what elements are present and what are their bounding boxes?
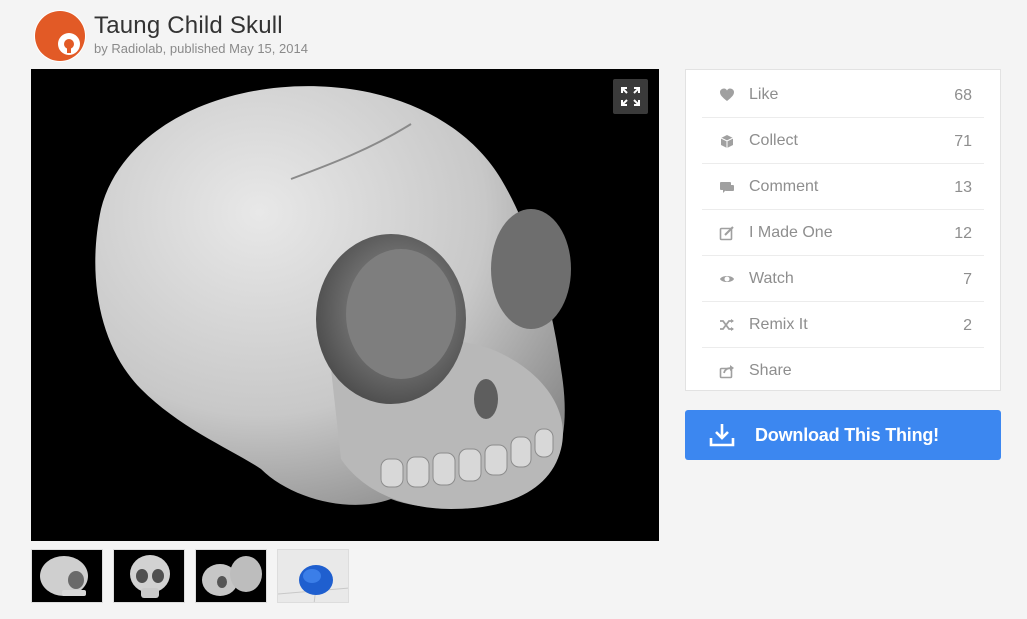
skull-image: [95, 86, 571, 509]
like-action[interactable]: Like 68: [702, 72, 984, 118]
shuffle-icon: [720, 319, 734, 331]
made-one-count: 12: [954, 225, 972, 242]
made-one-label: I Made One: [749, 224, 833, 241]
thumbnail-skull-blue-print[interactable]: [277, 549, 349, 603]
like-count: 68: [954, 87, 972, 104]
thumbnail-skull-front[interactable]: [113, 549, 185, 603]
share-icon: [719, 365, 734, 379]
fullscreen-button[interactable]: [613, 79, 648, 114]
share-label: Share: [749, 362, 792, 379]
made-one-action[interactable]: I Made One 12: [702, 210, 984, 256]
creator-avatar[interactable]: [34, 10, 86, 62]
radiolab-logo-icon: [35, 11, 85, 61]
download-icon: [709, 424, 735, 447]
comment-count: 13: [954, 179, 972, 196]
byline: by Radiolab, published May 15, 2014: [94, 41, 308, 56]
fullscreen-icon: [621, 87, 640, 106]
comment-action[interactable]: Comment 13: [702, 164, 984, 210]
model-viewer[interactable]: [31, 69, 659, 541]
like-label: Like: [749, 86, 779, 103]
remix-count: 2: [963, 317, 972, 334]
heart-icon: [720, 88, 734, 101]
collect-box-icon: [720, 135, 734, 148]
thumbnail-skull-pieces[interactable]: [195, 549, 267, 603]
comment-label: Comment: [749, 178, 819, 195]
share-action[interactable]: Share: [702, 348, 984, 394]
thumbnail-skull-angled[interactable]: [31, 549, 103, 603]
thing-header: Taung Child Skull by Radiolab, published…: [34, 10, 634, 62]
watch-count: 7: [963, 271, 972, 288]
collect-count: 71: [954, 133, 972, 150]
eye-icon: [720, 276, 734, 282]
download-label: Download This Thing!: [755, 425, 939, 445]
remix-label: Remix It: [749, 316, 808, 333]
made-one-icon: [719, 226, 734, 241]
collect-action[interactable]: Collect 71: [702, 118, 984, 164]
download-button[interactable]: Download This Thing!: [685, 410, 1001, 460]
page-title: Taung Child Skull: [94, 12, 283, 39]
remix-action[interactable]: Remix It 2: [702, 302, 984, 348]
thumbnail-strip: [31, 549, 361, 603]
action-panel: Like 68 Collect 71 Comment 13 I Made One…: [685, 69, 1001, 391]
comment-icon: [720, 182, 734, 193]
watch-label: Watch: [749, 270, 794, 287]
watch-action[interactable]: Watch 7: [702, 256, 984, 302]
collect-label: Collect: [749, 132, 798, 149]
